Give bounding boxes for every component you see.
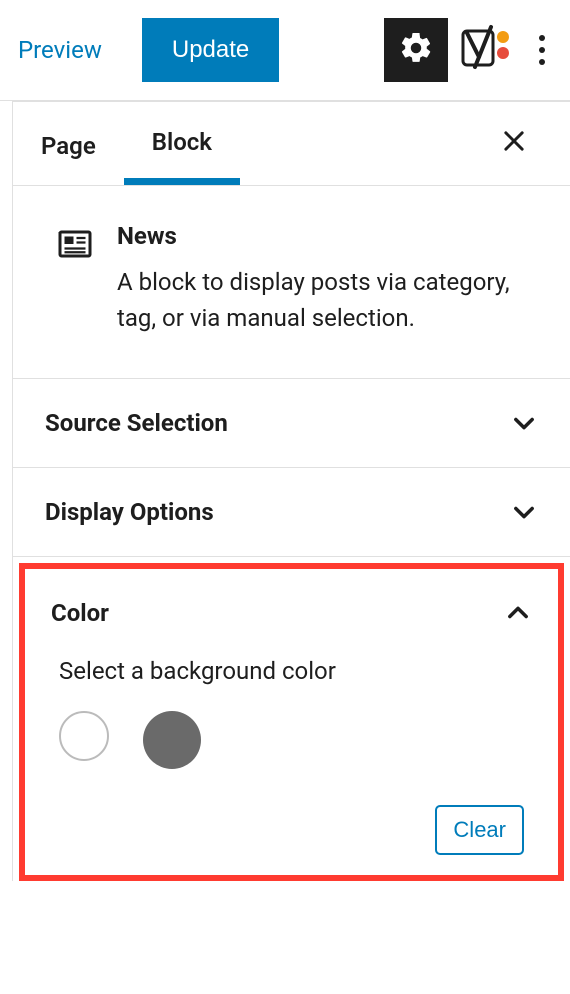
- block-info-panel: News A block to display posts via catego…: [13, 186, 570, 379]
- panel-color: Color Select a background color Clear: [25, 569, 558, 871]
- block-title: News: [117, 222, 538, 250]
- chevron-down-icon: [510, 498, 538, 526]
- color-swatches: [59, 711, 530, 769]
- color-panel-body: Select a background color Clear: [25, 647, 558, 871]
- panel-display-options: Display Options: [13, 468, 570, 557]
- panel-header-display-options[interactable]: Display Options: [13, 468, 570, 556]
- chevron-up-icon: [504, 599, 532, 627]
- gear-icon: [398, 30, 434, 70]
- block-description: A block to display posts via category, t…: [117, 264, 538, 336]
- panel-header-color[interactable]: Color: [25, 569, 558, 647]
- settings-button[interactable]: [384, 18, 448, 82]
- panel-source-selection: Source Selection: [13, 379, 570, 468]
- clear-color-button[interactable]: Clear: [435, 805, 524, 855]
- panel-title: Color: [51, 599, 109, 627]
- sidebar-tabs: Page Block: [13, 102, 570, 186]
- update-button[interactable]: Update: [142, 18, 279, 82]
- tab-page[interactable]: Page: [13, 106, 124, 182]
- color-panel-highlight: Color Select a background color Clear: [19, 563, 564, 881]
- block-info-text: News A block to display posts via catego…: [117, 222, 538, 336]
- clear-button-row: Clear: [59, 805, 530, 861]
- chevron-down-icon: [510, 409, 538, 437]
- close-icon: [500, 125, 528, 163]
- news-block-icon: [57, 226, 93, 266]
- dots-icon: [539, 35, 545, 41]
- more-options-button[interactable]: [524, 35, 560, 65]
- yoast-icon: [461, 23, 511, 77]
- color-swatch-gray[interactable]: [143, 711, 201, 769]
- settings-sidebar: Page Block News A block to display posts…: [12, 101, 570, 881]
- editor-top-bar: Preview Update: [0, 0, 570, 101]
- panel-title: Display Options: [45, 498, 214, 526]
- panel-title: Source Selection: [45, 409, 228, 437]
- preview-button[interactable]: Preview: [8, 36, 112, 64]
- color-select-label: Select a background color: [59, 657, 530, 685]
- yoast-button[interactable]: [458, 22, 514, 78]
- close-sidebar-button[interactable]: [488, 113, 540, 175]
- panel-header-source-selection[interactable]: Source Selection: [13, 379, 570, 467]
- color-swatch-white[interactable]: [59, 711, 109, 761]
- tab-block[interactable]: Block: [124, 102, 240, 185]
